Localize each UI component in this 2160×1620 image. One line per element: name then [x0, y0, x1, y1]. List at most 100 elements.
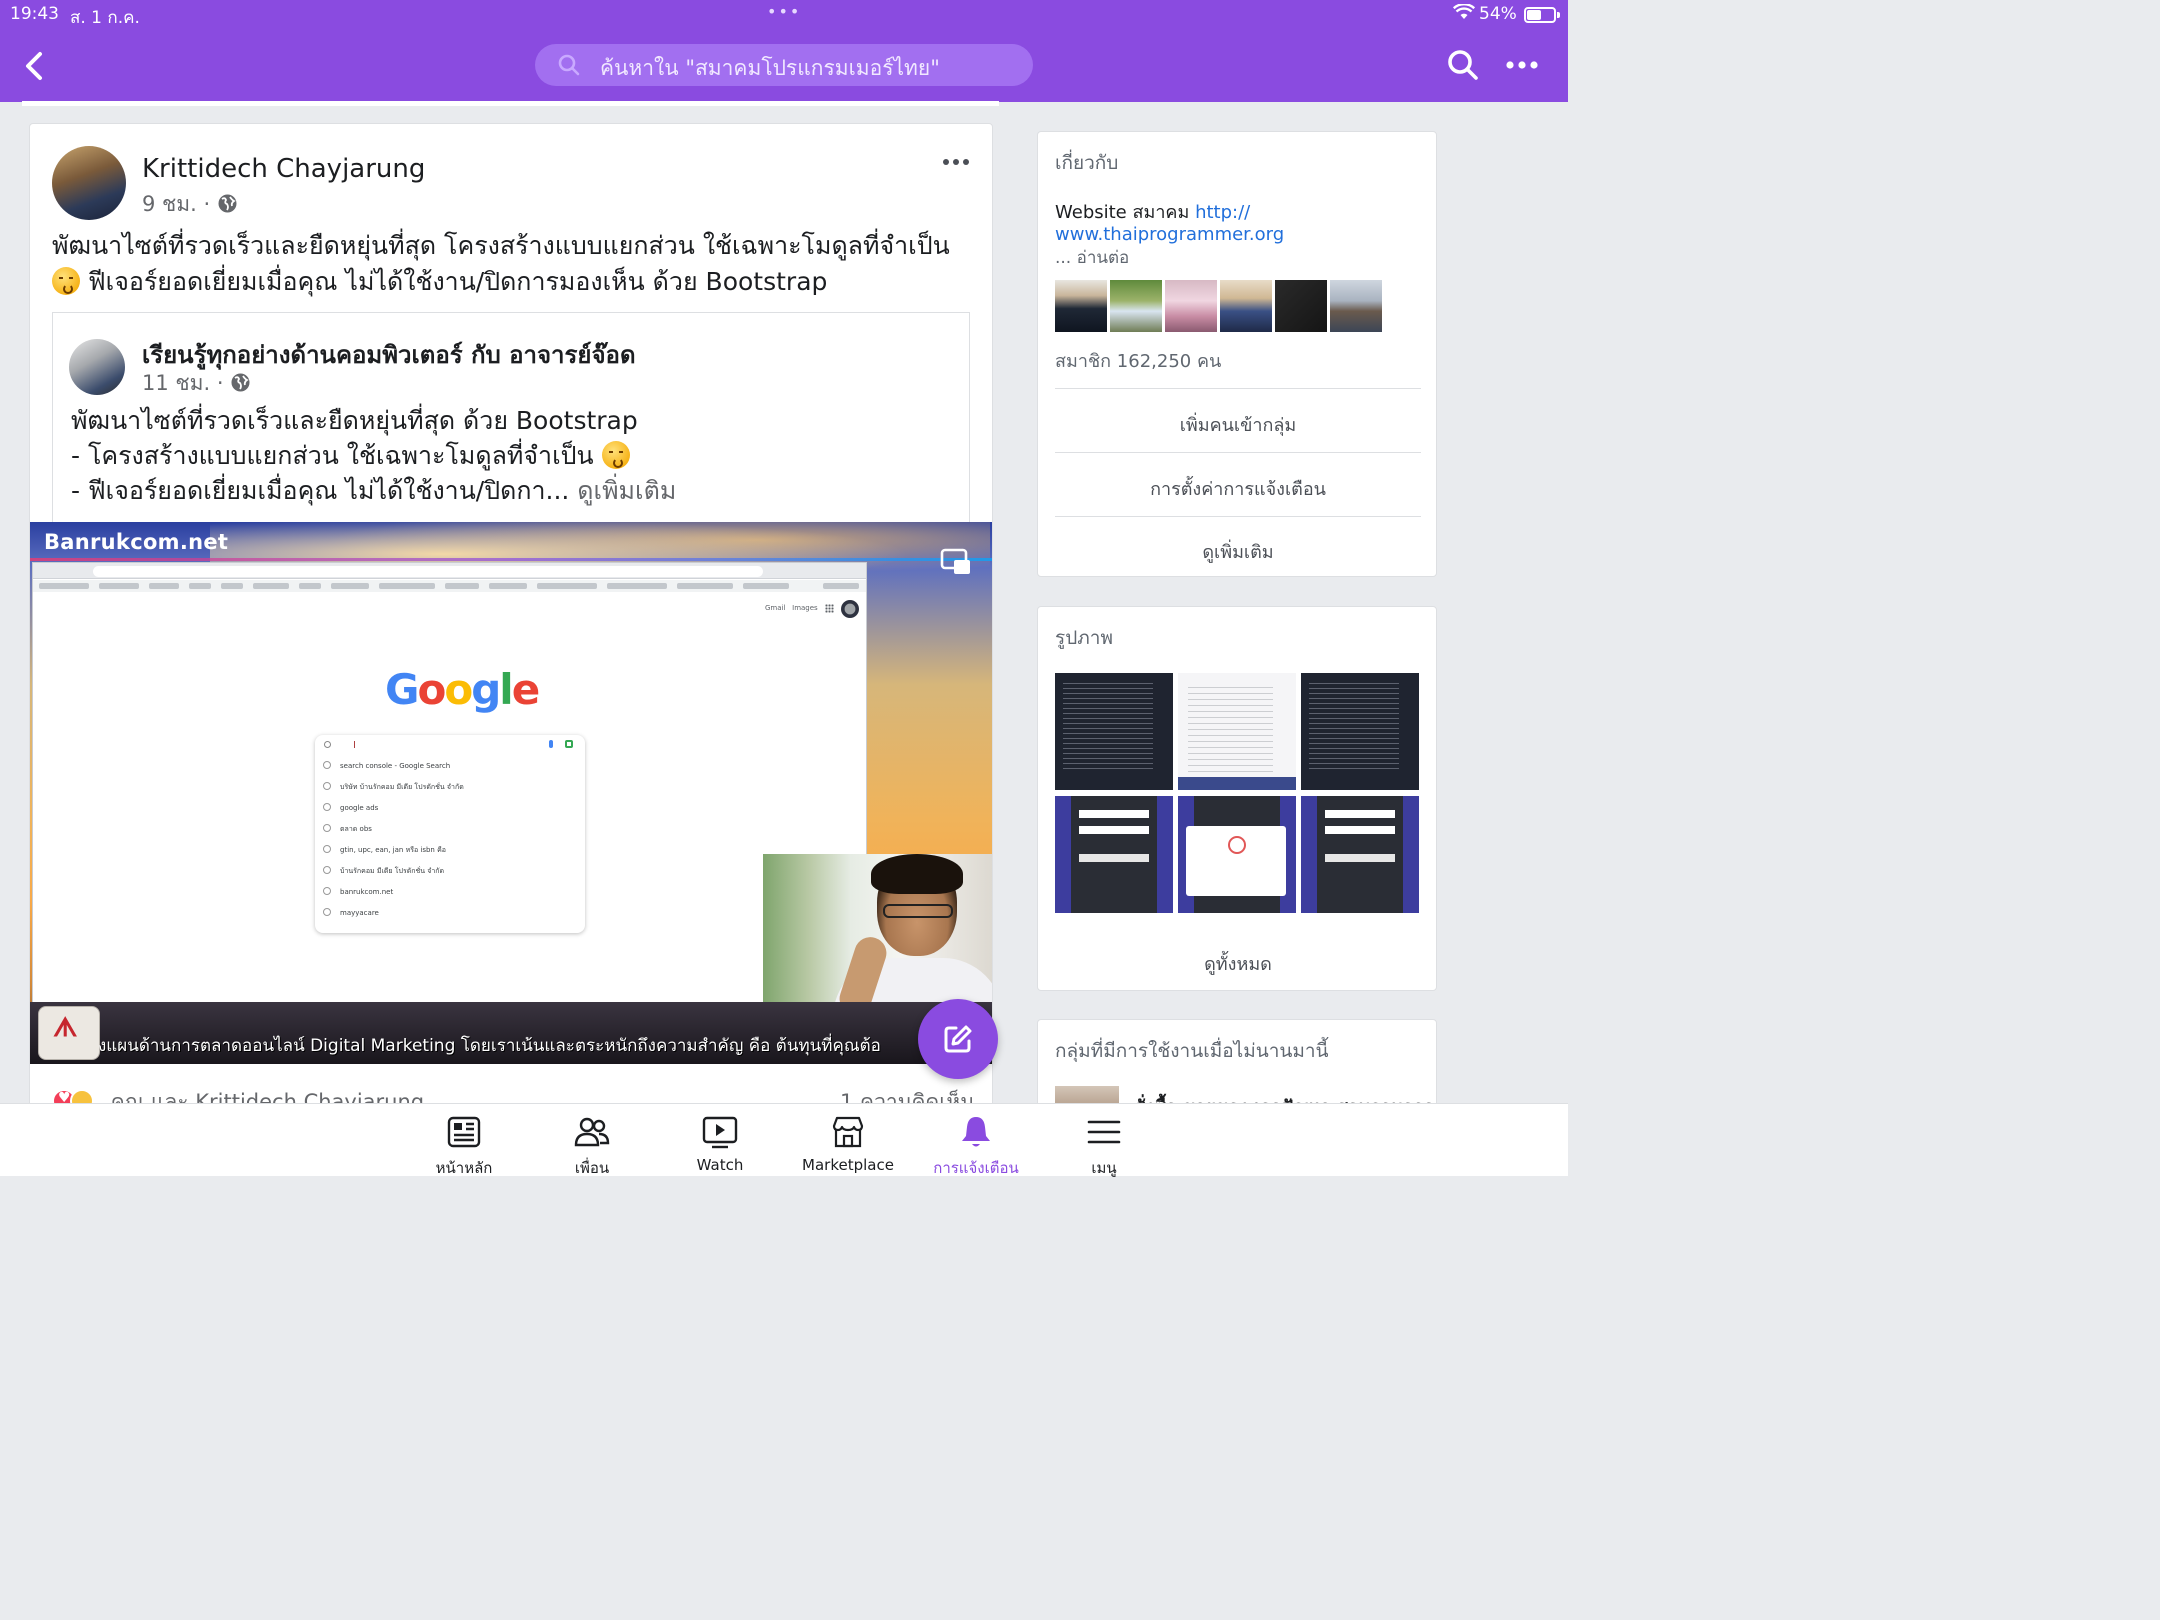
- text-cursor: I: [353, 740, 356, 751]
- post-card: Krittidech Chayjarung 9 ชม. · พัฒนาไซต์ท…: [29, 123, 993, 1113]
- shared-text-line: - โครงสร้างแบบแยกส่วน ใช้เฉพาะโมดูลที่จำ…: [71, 438, 951, 473]
- photo-thumbnail[interactable]: [1178, 673, 1296, 790]
- battery-percent: 54%: [1479, 4, 1517, 24]
- post-text: พัฒนาไซต์ที่รวดเร็วและยืดหยุ่นที่สุด โคร…: [52, 228, 972, 300]
- member-avatar[interactable]: [1110, 280, 1162, 332]
- more-options-button[interactable]: [1505, 56, 1539, 74]
- kissing-emoji-icon: [52, 267, 80, 295]
- search-icon: [1448, 50, 1478, 80]
- menu-icon: [1087, 1120, 1121, 1144]
- picture-in-picture-button[interactable]: [940, 548, 972, 576]
- battery-icon: [1524, 7, 1556, 23]
- group-search-input[interactable]: ค้นหาใน "สมาคมโปรแกรมเมอร์ไทย": [535, 44, 1033, 86]
- suggestion-item: google ads: [323, 801, 464, 822]
- tab-watch[interactable]: Watch: [656, 1104, 784, 1177]
- member-avatar[interactable]: [1055, 280, 1107, 332]
- photo-thumbnail[interactable]: [1301, 673, 1419, 790]
- tab-label: เมนู: [1091, 1159, 1117, 1177]
- back-button[interactable]: [18, 46, 54, 86]
- tab-newsfeed[interactable]: หน้าหลัก: [400, 1104, 528, 1177]
- about-title: เกี่ยวกับ: [1055, 152, 1119, 174]
- video-brand: Banrukcom.net: [44, 530, 229, 554]
- photo-thumbnail[interactable]: [1055, 673, 1173, 790]
- shared-text-line: พัฒนาไซต์ที่รวดเร็วและยืดหยุ่นที่สุด ด้ว…: [71, 406, 638, 435]
- photo-thumbnail[interactable]: [1178, 796, 1296, 913]
- post-meta: 9 ชม. ·: [142, 188, 238, 221]
- notification-settings-button[interactable]: การตั้งค่าการแจ้งเตือน: [1038, 474, 1436, 503]
- add-members-button[interactable]: เพิ่มคนเข้ากลุ่ม: [1038, 410, 1436, 439]
- bell-icon: [962, 1117, 990, 1147]
- post-text-line: ฟีเจอร์ยอดเยี่ยมเมื่อคุณ ไม่ได้ใช้งาน/ปิ…: [52, 264, 972, 300]
- see-more-link[interactable]: ดูเพิ่มเติม: [577, 476, 676, 505]
- member-avatar[interactable]: [1275, 280, 1327, 332]
- google-top-links: Gmail Images: [765, 604, 818, 612]
- search-placeholder: ค้นหาใน "สมาคมโปรแกรมเมอร์ไทย": [600, 56, 940, 80]
- video-player[interactable]: Banrukcom.net Gmail Images Google I sear…: [30, 522, 992, 1064]
- bookmark-chip: [39, 583, 89, 589]
- more-horizontal-icon: [1506, 61, 1538, 69]
- author-avatar[interactable]: [52, 146, 126, 220]
- tab-label: เพื่อน: [574, 1159, 610, 1177]
- member-avatar[interactable]: [1220, 280, 1272, 332]
- tab-label: หน้าหลัก: [435, 1159, 493, 1177]
- shared-post-time[interactable]: 11 ชม.: [142, 371, 210, 395]
- shared-post-text: พัฒนาไซต์ที่รวดเร็วและยืดหยุ่นที่สุด ด้ว…: [71, 403, 951, 508]
- bookmark-chip: [331, 583, 369, 589]
- wifi-icon: [1452, 3, 1476, 25]
- post-time[interactable]: 9 ชม.: [142, 192, 197, 216]
- suggestion-item: gtin, upc, ean, jan หรือ isbn คือ: [323, 843, 464, 864]
- website-link-cont[interactable]: www.thaiprogrammer.org: [1055, 224, 1284, 245]
- shared-author-avatar[interactable]: [69, 339, 125, 395]
- top-bar: 19:43 ส. 1 ก.ค. ••• 54% ค้นหาใน "สมาคมโป…: [0, 0, 1568, 102]
- search-button[interactable]: [1446, 48, 1480, 82]
- gmail-link: Gmail: [765, 604, 786, 612]
- tab-notifications[interactable]: การแจ้งเตือน: [912, 1104, 1040, 1177]
- meta-separator: ·: [203, 192, 211, 216]
- globe-icon: [218, 194, 237, 213]
- read-more-link[interactable]: ... อ่านต่อ: [1055, 244, 1129, 271]
- error-icon: [1228, 836, 1246, 854]
- tab-marketplace[interactable]: Marketplace: [784, 1104, 912, 1177]
- website-link[interactable]: http://: [1195, 202, 1250, 223]
- tab-friends[interactable]: เพื่อน: [528, 1104, 656, 1177]
- picture-in-picture-icon: [940, 548, 970, 574]
- member-avatars: [1055, 280, 1385, 332]
- battery-fill: [1527, 10, 1541, 20]
- loading-progress-bar: [22, 101, 999, 106]
- photos-title: รูปภาพ: [1055, 627, 1113, 649]
- post-text-line2: ฟีเจอร์ยอดเยี่ยมเมื่อคุณ ไม่ได้ใช้งาน/ปิ…: [87, 267, 828, 296]
- friends-icon: [574, 1117, 610, 1147]
- member-avatar[interactable]: [1165, 280, 1217, 332]
- suggestion-item: banrukcom.net: [323, 885, 464, 906]
- bookmark-chip: [743, 583, 789, 589]
- compose-post-button[interactable]: [918, 999, 998, 1079]
- author-name[interactable]: Krittidech Chayjarung: [142, 154, 425, 184]
- lens-icon: [565, 740, 573, 748]
- battery-tip: [1557, 12, 1560, 18]
- bookmark-chip: [445, 583, 479, 589]
- apps-grid-icon: [825, 604, 834, 613]
- bookmark-chip: [607, 583, 667, 589]
- photos-card: รูปภาพ ดูทั้งหมด: [1037, 606, 1437, 991]
- presenter-glasses: [883, 904, 953, 918]
- bookmark-chip: [99, 583, 139, 589]
- bookmark-chip: [489, 583, 527, 589]
- about-description: Website สมาคม http:// www.thaiprogrammer…: [1055, 202, 1415, 246]
- video-browser-screen: Gmail Images Google I search console - G…: [32, 562, 867, 1005]
- multitask-dots-icon[interactable]: •••: [767, 2, 801, 21]
- microphone-icon: [549, 740, 553, 748]
- photo-thumbnail[interactable]: [1301, 796, 1419, 913]
- bookmark-chip: [677, 583, 733, 589]
- tab-menu[interactable]: เมนู: [1040, 1104, 1168, 1177]
- member-avatar[interactable]: [1330, 280, 1382, 332]
- bookmark-chip: [221, 583, 243, 589]
- suggestion-item: mayyacare: [323, 906, 464, 927]
- about-see-more-button[interactable]: ดูเพิ่มเติม: [1038, 537, 1436, 566]
- see-all-photos-button[interactable]: ดูทั้งหมด: [1038, 949, 1436, 978]
- photo-thumbnail[interactable]: [1055, 796, 1173, 913]
- tab-label: Watch: [696, 1156, 744, 1174]
- marketplace-icon: [832, 1116, 864, 1148]
- post-options-button[interactable]: [942, 152, 972, 172]
- shared-text-line3: - ฟีเจอร์ยอดเยี่ยมเมื่อคุณ ไม่ได้ใช้งาน/…: [71, 476, 570, 505]
- shared-post[interactable]: เรียนรู้ทุกอย่างด้านคอมพิวเตอร์ กับ อาจา…: [52, 312, 970, 532]
